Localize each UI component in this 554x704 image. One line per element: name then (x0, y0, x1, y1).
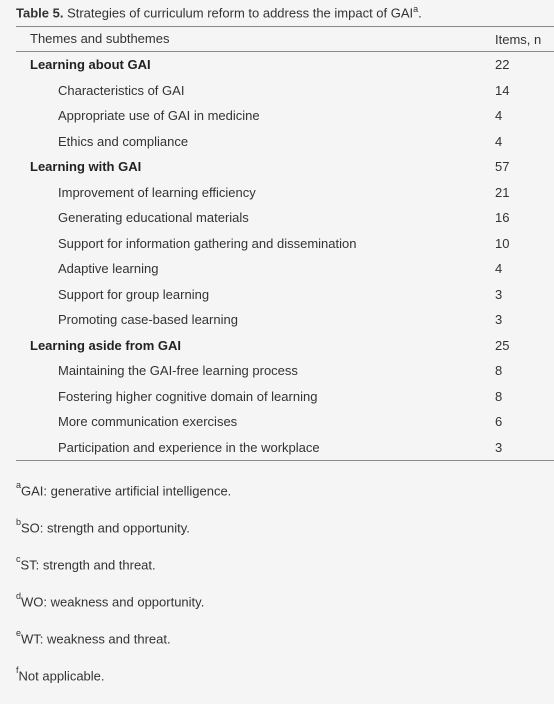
subtheme-row: Characteristics of GAI 14 (16, 78, 554, 104)
curriculum-reform-table: Themes and subthemes Items, n Learning a… (16, 26, 554, 461)
theme-row: Learning about GAI 22 (16, 52, 554, 78)
subtheme-label: Participation and experience in the work… (58, 439, 320, 455)
table-caption: Table 5. Strategies of curriculum reform… (16, 4, 422, 20)
subtheme-label: Characteristics of GAI (58, 82, 185, 98)
item-count: 16 (495, 210, 510, 225)
header-themes: Themes and subthemes (30, 31, 170, 46)
item-count: 21 (495, 184, 510, 200)
item-count: 22 (495, 57, 510, 72)
footnote-text: ST: strength and threat. (20, 557, 156, 573)
subtheme-row: Appropriate use of GAI in medicine 4 (16, 103, 554, 129)
subtheme-row: More communication exercises 6 (16, 409, 554, 435)
subtheme-label: Ethics and compliance (58, 133, 189, 149)
footnote-marker: d (16, 591, 22, 601)
item-count: 14 (495, 82, 510, 98)
subtheme-label: Maintaining the GAI-free learning proces… (58, 363, 298, 378)
subtheme-label: Appropriate use of GAI in medicine (58, 108, 260, 123)
footnote-marker: a (16, 480, 22, 490)
table-header: Themes and subthemes Items, n (16, 27, 554, 51)
footnote: fNot applicable. (16, 665, 231, 704)
footnote: aGAI: generative artificial intelligence… (16, 480, 232, 519)
caption-period: . (418, 5, 422, 21)
footnote: dWO: weakness and opportunity. (16, 591, 231, 630)
item-count: 4 (495, 261, 503, 276)
subtheme-row: Generating educational materials 16 (16, 205, 554, 231)
subtheme-row: Maintaining the GAI-free learning proces… (16, 358, 554, 384)
subtheme-label: Adaptive learning (58, 261, 159, 276)
footnote-marker: c (16, 554, 21, 564)
subtheme-label: More communication exercises (58, 414, 238, 429)
subtheme-row: Support for information gathering and di… (16, 231, 554, 257)
theme-row: Learning aside from GAI 25 (16, 333, 554, 359)
caption-text: Strategies of curriculum reform to addre… (63, 5, 414, 21)
item-count: 25 (495, 337, 510, 353)
footnote-marker: e (16, 628, 22, 638)
header-items: Items, n (495, 32, 542, 47)
theme-label: Learning with GAI (30, 159, 142, 174)
footnote-text: Not applicable. (18, 668, 105, 684)
footnote-marker: b (16, 517, 22, 527)
subtheme-row: Ethics and compliance 4 (16, 129, 554, 155)
footnote-text: SO: strength and opportunity. (21, 520, 190, 536)
item-count: 3 (495, 312, 503, 327)
subtheme-row: Support for group learning 3 (16, 282, 554, 308)
footnote-marker: f (16, 665, 19, 675)
subtheme-label: Support for group learning (58, 286, 210, 302)
theme-label: Learning about GAI (30, 57, 151, 72)
item-count: 8 (495, 363, 503, 378)
item-count: 3 (495, 286, 503, 302)
footnote: bSO: strength and opportunity. (16, 517, 231, 556)
table-footnotes: aGAI: generative artificial intelligence… (16, 480, 232, 704)
item-count: 8 (495, 388, 503, 404)
subtheme-row: Promoting case-based learning 3 (16, 307, 554, 333)
table-body: Learning about GAI 22 Characteristics of G… (16, 52, 554, 460)
item-count: 6 (495, 414, 503, 429)
subtheme-label: Fostering higher cognitive domain of lea… (58, 388, 318, 404)
subtheme-label: Support for information gathering and di… (58, 235, 357, 251)
subtheme-row: Improvement of learning efficiency 21 (16, 180, 554, 206)
subtheme-row: Participation and experience in the work… (16, 435, 554, 461)
footnote: eWT: weakness and threat. (16, 628, 231, 667)
item-count: 10 (495, 235, 510, 251)
theme-row: Learning with GAI 57 (16, 154, 554, 180)
item-count: 4 (495, 108, 503, 123)
item-count: 57 (495, 159, 510, 174)
footnote-text: WT: weakness and threat. (21, 631, 171, 647)
subtheme-row: Fostering higher cognitive domain of lea… (16, 384, 554, 410)
table-label: Table 5. (16, 5, 64, 21)
footnote-text: WO: weakness and opportunity. (21, 594, 205, 610)
footnote-text: GAI: generative artificial intelligence. (21, 483, 232, 499)
footnote: cST: strength and threat. (16, 554, 231, 593)
subtheme-label: Promoting case-based learning (58, 312, 238, 327)
item-count: 3 (495, 439, 503, 455)
subtheme-label: Generating educational materials (58, 210, 249, 225)
table-bottom-rule (16, 460, 554, 461)
item-count: 4 (495, 133, 503, 149)
theme-label: Learning aside from GAI (30, 337, 181, 353)
subtheme-row: Adaptive learning 4 (16, 256, 554, 282)
subtheme-label: Improvement of learning efficiency (58, 184, 256, 200)
